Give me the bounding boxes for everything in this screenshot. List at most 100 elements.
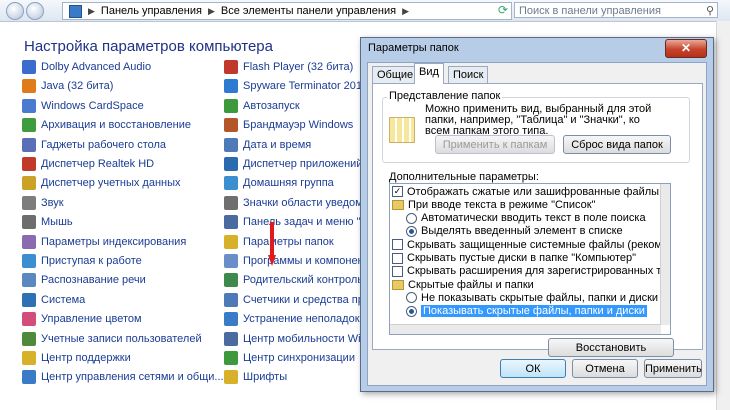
control-panel-icon	[69, 4, 82, 18]
advanced-setting-row[interactable]: Не показывать скрытые файлы, папки и дис…	[406, 291, 659, 304]
control-panel-item[interactable]: Учетные записи пользователей	[22, 330, 202, 348]
control-panel-item[interactable]: Параметры папок	[224, 233, 334, 251]
radio-button[interactable]	[406, 225, 417, 237]
checkbox[interactable]	[392, 265, 403, 277]
control-panel-item-label: Значки области уведомл	[243, 196, 370, 209]
back-button[interactable]	[6, 2, 24, 20]
checkbox[interactable]	[392, 252, 403, 264]
control-panel-item-label: Шрифты	[243, 371, 288, 384]
list-horizontal-scrollbar[interactable]	[390, 324, 661, 334]
page-scrollbar[interactable]	[716, 21, 730, 410]
applet-icon	[224, 234, 238, 249]
control-panel-item[interactable]: Диспетчер Realtek HD	[22, 155, 154, 173]
control-panel-item-label: Устранение неполадок	[243, 313, 360, 326]
folder-view-group-title: Представление папок	[387, 90, 503, 102]
ok-button[interactable]: ОК	[500, 359, 566, 378]
applet-icon	[224, 331, 238, 346]
control-panel-item[interactable]: Центр управления сетями и общи...	[22, 368, 224, 386]
control-panel-item[interactable]: Устранение неполадок	[224, 310, 360, 328]
folder-view-description: Можно применить вид, выбранный для этой …	[425, 103, 652, 137]
advanced-setting-row[interactable]: ✓ Отображать сжатые или зашифрованные фай…	[392, 186, 670, 198]
applet-icon	[22, 176, 36, 191]
control-panel-item[interactable]: Управление цветом	[22, 310, 142, 328]
tab-search[interactable]: Поиск	[448, 66, 489, 83]
advanced-setting-row[interactable]: Скрывать защищенные системные файлы (рек…	[392, 238, 671, 251]
breadcrumb[interactable]: ▶ Панель управления ▶ Все элементы панел…	[62, 2, 512, 20]
control-panel-item[interactable]: Диспетчер учетных данных	[22, 174, 181, 192]
advanced-setting-row[interactable]: Скрывать расширения для зарегистрированн…	[392, 265, 671, 278]
advanced-setting-label: Не показывать скрытые файлы, папки и дис…	[421, 291, 659, 304]
applet-icon	[22, 195, 36, 210]
advanced-setting-row[interactable]: Показывать скрытые файлы, папки и диски	[406, 305, 647, 318]
control-panel-item-label: Брандмауэр Windows	[243, 119, 354, 132]
checkbox[interactable]: ✓	[392, 186, 403, 197]
advanced-setting-label: Скрытые файлы и папки	[408, 278, 534, 291]
applet-icon	[224, 254, 238, 268]
control-panel-item[interactable]: Параметры индексирования	[22, 233, 186, 251]
reset-folders-button[interactable]: Сброс вида папок	[563, 135, 671, 154]
cancel-button[interactable]: Отмена	[572, 359, 638, 378]
control-panel-item[interactable]: Диспетчер приложений Int	[224, 155, 378, 173]
control-panel-item[interactable]: Брандмауэр Windows	[224, 116, 353, 134]
control-panel-item[interactable]: Приступая к работе	[22, 252, 142, 270]
advanced-setting-row[interactable]: Автоматически вводить текст в поле поиск…	[406, 212, 646, 224]
radio-button[interactable]	[406, 292, 417, 304]
radio-button[interactable]	[406, 305, 417, 317]
control-panel-item[interactable]: Центр синхронизации	[224, 349, 355, 367]
control-panel-item[interactable]: Программы и компоненты	[224, 252, 377, 270]
advanced-setting-row[interactable]: Выделять введенный элемент в списке	[406, 225, 623, 237]
tab-general[interactable]: Общие	[372, 66, 419, 83]
applet-icon	[224, 98, 238, 113]
restore-defaults-button[interactable]: Восстановить умолчания	[548, 338, 674, 372]
advanced-setting-row[interactable]: При вводе текста в режиме "Список"	[392, 198, 596, 211]
control-panel-item[interactable]: Система	[22, 291, 85, 309]
control-panel-item-label: Dolby Advanced Audio	[41, 61, 152, 73]
folder-icon	[392, 279, 404, 290]
applet-icon	[22, 60, 36, 74]
control-panel-item-label: Spyware Terminator 2015	[243, 80, 369, 93]
control-panel-item-label: Центр мобильности Wind	[243, 332, 373, 345]
advanced-setting-label: При вводе текста в режиме "Список"	[408, 198, 596, 211]
control-panel-item[interactable]: Панель задач и меню "Пу	[224, 213, 374, 231]
apply-button[interactable]: Применить	[644, 359, 702, 378]
breadcrumb-item[interactable]: Панель управления	[101, 5, 202, 17]
search-icon[interactable]: ⚲	[706, 3, 714, 19]
advanced-setting-label: Скрывать расширения для зарегистрированн…	[407, 265, 671, 278]
control-panel-item[interactable]: Windows CardSpace	[22, 97, 144, 115]
radio-button[interactable]	[406, 212, 417, 224]
control-panel-item[interactable]: Домашняя группа	[224, 174, 334, 192]
tab-view[interactable]: Вид	[414, 63, 444, 84]
control-panel-item[interactable]: Счетчики и средства про	[224, 291, 370, 309]
chevron-right-icon: ▶	[402, 5, 410, 16]
control-panel-item[interactable]: Dolby Advanced Audio	[22, 58, 151, 76]
control-panel-item[interactable]: Flash Player (32 бита)	[224, 58, 353, 76]
search-input[interactable]: Поиск в панели управления ⚲	[514, 2, 718, 18]
control-panel-item[interactable]: Дата и время	[224, 136, 311, 154]
advanced-setting-row[interactable]: Скрытые файлы и папки	[392, 278, 534, 291]
control-panel-item[interactable]: Spyware Terminator 2015	[224, 77, 368, 95]
control-panel-item[interactable]: Java (32 бита)	[22, 77, 113, 95]
advanced-settings-list[interactable]: ✓ Отображать сжатые или зашифрованные фай…	[389, 183, 671, 335]
control-panel-item[interactable]: Значки области уведомл	[224, 194, 369, 212]
control-panel-item[interactable]: Звук	[22, 194, 64, 212]
breadcrumb-item[interactable]: Все элементы панели управления	[221, 5, 396, 17]
advanced-setting-row[interactable]: Скрывать пустые диски в папке "Компьютер…	[392, 252, 636, 264]
close-button[interactable]: ✕	[665, 39, 707, 58]
advanced-setting-label: Скрывать защищенные системные файлы (рек…	[407, 238, 671, 251]
forward-button[interactable]	[26, 2, 44, 20]
control-panel-item[interactable]: Распознавание речи	[22, 271, 146, 289]
control-panel-item[interactable]: Родительский контроль	[224, 271, 363, 289]
control-panel-item-label: Автозапуск	[243, 99, 300, 112]
control-panel-item[interactable]: Мышь	[22, 213, 73, 231]
apply-to-folders-button[interactable]: Применить к папкам	[435, 135, 555, 154]
refresh-icon[interactable]: ⟳	[496, 3, 510, 17]
control-panel-item[interactable]: Гаджеты рабочего стола	[22, 136, 166, 154]
applet-icon	[22, 351, 36, 365]
list-scrollbar[interactable]	[660, 184, 670, 325]
control-panel-item[interactable]: Шрифты	[224, 368, 287, 386]
control-panel-item[interactable]: Центр мобильности Wind	[224, 330, 373, 348]
control-panel-item[interactable]: Центр поддержки	[22, 349, 131, 367]
control-panel-item[interactable]: Автозапуск	[224, 97, 300, 115]
control-panel-item[interactable]: Архивация и восстановление	[22, 116, 191, 134]
checkbox[interactable]	[392, 239, 403, 251]
